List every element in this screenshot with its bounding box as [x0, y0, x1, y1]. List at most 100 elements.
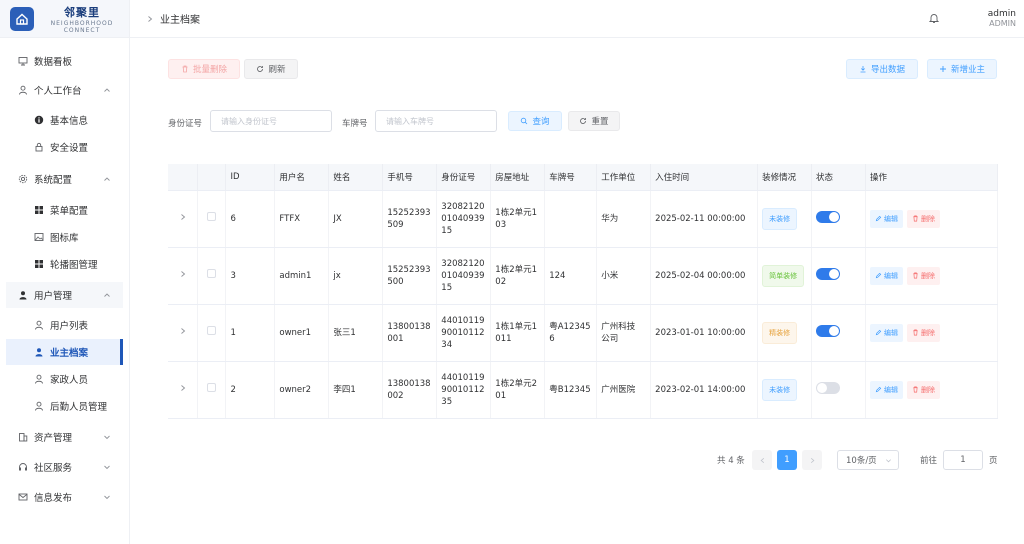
chevron-up-icon — [104, 177, 110, 181]
table-row[interactable]: 2 owner2 李四1 13800138 002 44010119 9001011… — [168, 361, 998, 419]
cell-line: 广州科技 — [601, 321, 636, 332]
sidebar-item-workbench[interactable]: 个人工作台 — [0, 77, 129, 103]
delete-label: 删除 — [921, 271, 935, 280]
sidebar-item-community[interactable]: 社区服务 — [0, 454, 129, 480]
delete-label: 删除 — [921, 385, 935, 394]
edit-icon — [875, 386, 882, 393]
sidebar-item-owner-archive[interactable]: 业主档案 — [6, 339, 123, 365]
goto-page-input[interactable]: 1 — [943, 450, 983, 470]
page-size-select[interactable]: 10条/页 — [837, 450, 899, 470]
bell-icon[interactable] — [928, 12, 940, 27]
delete-button[interactable]: 删除 — [907, 209, 940, 228]
table-row[interactable]: 1 owner1 张三1 13800138 001 44010119 9001011… — [168, 304, 998, 362]
reset-button[interactable]: 重置 — [568, 111, 620, 131]
chevron-right-icon[interactable] — [179, 213, 187, 221]
cell-line: 15252393 — [387, 264, 431, 275]
column-header: 身份证号 — [436, 164, 492, 191]
select-cell[interactable] — [197, 190, 227, 248]
home-logo-icon — [10, 6, 34, 31]
status-toggle[interactable] — [816, 267, 841, 280]
table-row[interactable]: 6 FTFX JX 15252393 509 32082120 01040939 15… — [168, 190, 998, 248]
chevron-right-icon[interactable] — [179, 384, 187, 392]
expand-cell[interactable] — [168, 190, 199, 248]
decoration-tag: 未装修 — [762, 378, 798, 401]
mail-icon — [18, 492, 28, 502]
actions-cell: 编辑 删除 — [865, 190, 998, 248]
batch-delete-button[interactable]: 批量删除 — [168, 59, 240, 79]
sidebar-item-icon-library[interactable]: 图标库 — [0, 224, 129, 250]
chevron-right-icon[interactable] — [179, 270, 187, 278]
delete-button[interactable]: 删除 — [907, 380, 940, 399]
select-cell[interactable] — [197, 361, 227, 419]
add-owner-label: 新增业主 — [950, 65, 985, 75]
status-toggle[interactable] — [816, 381, 841, 394]
sidebar-item-basic-info[interactable]: 基本信息 — [0, 107, 129, 133]
name-cell: jx — [328, 247, 384, 305]
cell-line: 1栋2单元2 — [495, 378, 538, 389]
edit-button[interactable]: 编辑 — [870, 380, 903, 399]
row-checkbox[interactable] — [207, 326, 217, 335]
address-cell: 1栋2单元1 03 — [490, 190, 546, 248]
toggle-knob — [829, 211, 840, 222]
next-page-button[interactable] — [802, 450, 822, 470]
company-cell: 华为 — [596, 190, 652, 248]
username-cell: owner1 — [274, 304, 330, 362]
sidebar-item-label: 数据看板 — [34, 57, 73, 68]
address-cell: 1栋2单元2 01 — [490, 361, 546, 419]
status-toggle[interactable] — [816, 324, 841, 337]
sidebar-item-assets[interactable]: 资产管理 — [0, 424, 129, 450]
sidebar-item-system-config[interactable]: 系统配置 — [0, 166, 129, 192]
edit-button[interactable]: 编辑 — [870, 266, 903, 285]
row-checkbox[interactable] — [207, 269, 217, 278]
sidebar-item-user-list[interactable]: 用户列表 — [0, 312, 129, 338]
refresh-button[interactable]: 刷新 — [244, 59, 298, 79]
select-cell[interactable] — [197, 304, 227, 362]
edit-button[interactable]: 编辑 — [870, 323, 903, 342]
sidebar-item-dashboard[interactable]: 数据看板 — [0, 48, 129, 74]
delete-label: 删除 — [921, 214, 935, 223]
idcard-filter-label: 身份证号 — [168, 119, 203, 129]
cell-line: 15 — [441, 282, 453, 293]
expand-cell[interactable] — [168, 247, 199, 305]
status-toggle[interactable] — [816, 210, 841, 223]
actions-cell: 编辑 删除 — [865, 304, 998, 362]
user-icon — [34, 401, 44, 411]
chevron-down-icon — [104, 435, 110, 440]
username-cell: admin1 — [274, 247, 330, 305]
sidebar-item-housekeeping[interactable]: 家政人员 — [0, 366, 129, 392]
expand-cell[interactable] — [168, 361, 199, 419]
plus-icon — [939, 66, 946, 72]
prev-page-button[interactable] — [752, 450, 772, 470]
user-profile[interactable]: admin ADMIN — [988, 9, 1016, 28]
delete-button[interactable]: 删除 — [907, 266, 940, 285]
decoration-tag: 简单装修 — [762, 264, 805, 287]
sidebar-item-announcements[interactable]: 信息发布 — [0, 484, 129, 510]
cell-line: 粤A12345 — [549, 321, 591, 332]
column-header: 工作单位 — [596, 164, 652, 191]
info-icon — [34, 115, 44, 125]
sidebar-item-carousel[interactable]: 轮播图管理 — [0, 251, 129, 277]
chevron-right-icon[interactable] — [179, 327, 187, 335]
edit-button[interactable]: 编辑 — [870, 209, 903, 228]
table-row[interactable]: 3 admin1 jx 15252393 500 32082120 01040939… — [168, 247, 998, 305]
select-cell[interactable] — [197, 247, 227, 305]
reset-label: 重置 — [591, 117, 609, 127]
row-checkbox[interactable] — [207, 383, 217, 392]
query-button[interactable]: 查询 — [508, 111, 562, 131]
page-number-button[interactable]: 1 — [777, 450, 797, 470]
expand-cell[interactable] — [168, 304, 199, 362]
checkin-cell: 2025-02-11 00:00:00 — [650, 190, 759, 248]
plate-search-input[interactable]: 请输入车牌号 — [375, 110, 497, 132]
export-button[interactable]: 导出数据 — [846, 59, 918, 79]
sidebar-item-security[interactable]: 安全设置 — [0, 134, 129, 160]
checkin-cell: 2023-02-01 14:00:00 — [650, 361, 759, 419]
row-checkbox[interactable] — [207, 212, 217, 221]
sidebar-item-menu-config[interactable]: 菜单配置 — [0, 197, 129, 223]
sidebar-item-label: 用户列表 — [50, 321, 89, 332]
idcard-search-input[interactable]: 请输入身份证号 — [210, 110, 332, 132]
chevron-down-icon — [104, 465, 110, 470]
sidebar-item-user-management[interactable]: 用户管理 — [6, 282, 123, 308]
sidebar-item-logistics[interactable]: 后勤人员管理 — [0, 393, 129, 419]
delete-button[interactable]: 删除 — [907, 323, 940, 342]
add-owner-button[interactable]: 新增业主 — [927, 59, 997, 79]
